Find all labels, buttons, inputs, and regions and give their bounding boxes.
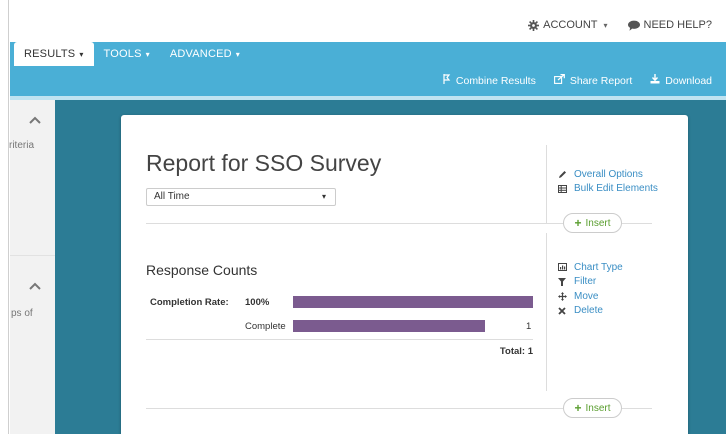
chart-type-link[interactable]: Chart Type <box>557 260 623 275</box>
chevron-up-icon[interactable] <box>28 112 42 126</box>
section-divider <box>146 223 563 224</box>
share-report-label: Share Report <box>569 74 633 87</box>
chevron-down-icon: ▾ <box>79 49 84 59</box>
filter-label: Filter <box>574 276 597 288</box>
chevron-down-icon: ▾ <box>145 49 150 59</box>
section-divider <box>622 223 652 224</box>
tab-tools-label: TOOLS <box>103 48 142 60</box>
overall-options-link[interactable]: Overall Options <box>557 167 658 182</box>
combine-icon <box>443 74 451 87</box>
top-bar: ACCOUNT ▾ NEED HELP? <box>10 0 726 42</box>
chevron-down-icon: ▾ <box>603 20 608 30</box>
chart-type-label: Chart Type <box>574 261 623 273</box>
delete-link[interactable]: Delete <box>557 304 623 319</box>
filter-icon <box>557 277 567 286</box>
completion-rate-label: Completion Rate: <box>150 297 229 308</box>
complete-bar <box>293 320 485 332</box>
gear-icon <box>528 19 540 31</box>
report-card: Report for SSO Survey All Time ▾ Overall… <box>121 115 688 434</box>
options-divider <box>546 145 547 223</box>
report-options: Overall Options Bulk Edit Elements <box>557 167 658 196</box>
page-title: Report for SSO Survey <box>146 150 382 176</box>
move-icon <box>557 291 567 301</box>
chevron-down-icon: ▾ <box>235 49 240 59</box>
left-panel: criteria ps of <box>4 100 55 434</box>
response-counts-title: Response Counts <box>146 262 258 278</box>
date-filter-value: All Time <box>154 191 190 202</box>
insert-label: Insert <box>585 217 611 229</box>
tab-results[interactable]: RESULTS ▾ <box>14 42 94 66</box>
speech-bubble-icon <box>627 20 640 31</box>
help-label: NEED HELP? <box>643 19 712 31</box>
bulk-edit-link[interactable]: Bulk Edit Elements <box>557 182 658 197</box>
element-options: Chart Type Filter Move Delete <box>557 260 623 318</box>
combine-results-label: Combine Results <box>455 74 536 87</box>
date-filter-select[interactable]: All Time ▾ <box>146 188 336 206</box>
tab-tools[interactable]: TOOLS ▾ <box>94 42 160 66</box>
total-label: Total: 1 <box>499 346 533 357</box>
delete-label: Delete <box>574 305 603 317</box>
insert-button[interactable]: + Insert <box>563 213 622 233</box>
left-panel-text-2: ps of <box>11 308 33 319</box>
insert-button[interactable]: + Insert <box>563 398 622 418</box>
share-icon <box>553 74 565 87</box>
help-menu[interactable]: NEED HELP? <box>627 19 712 31</box>
download-button[interactable]: Download <box>650 74 712 87</box>
table-icon <box>557 184 567 193</box>
report-actions: Combine Results Share Report Download <box>443 74 712 87</box>
overall-options-label: Overall Options <box>574 168 643 180</box>
pencil-icon <box>557 170 567 179</box>
move-label: Move <box>574 290 599 302</box>
report-area: Report for SSO Survey All Time ▾ Overall… <box>55 100 726 434</box>
delete-icon <box>557 307 567 315</box>
table-divider <box>146 339 533 340</box>
account-menu[interactable]: ACCOUNT ▾ <box>528 19 608 31</box>
main-nav: RESULTS ▾ TOOLS ▾ ADVANCED ▾ Combine Res… <box>10 42 726 96</box>
account-label: ACCOUNT <box>543 19 598 31</box>
section-divider <box>622 408 652 409</box>
left-panel-divider <box>10 255 55 256</box>
move-link[interactable]: Move <box>557 289 623 304</box>
download-icon <box>650 74 660 87</box>
tab-results-label: RESULTS <box>24 48 76 60</box>
download-label: Download <box>665 74 712 87</box>
filter-link[interactable]: Filter <box>557 275 623 290</box>
bulk-edit-label: Bulk Edit Elements <box>574 183 658 195</box>
nav-tabs: RESULTS ▾ TOOLS ▾ ADVANCED ▾ <box>14 42 250 66</box>
combine-results-button[interactable]: Combine Results <box>443 74 536 87</box>
insert-label: Insert <box>585 402 611 414</box>
share-report-button[interactable]: Share Report <box>553 74 633 87</box>
plus-icon: + <box>574 401 582 415</box>
complete-row-label: Complete <box>245 321 286 332</box>
chevron-up-icon[interactable] <box>28 278 42 292</box>
plus-icon: + <box>574 216 582 230</box>
options-divider <box>546 233 547 391</box>
section-divider <box>146 408 563 409</box>
window-left-border <box>0 0 9 434</box>
tab-advanced-label: ADVANCED <box>169 48 232 60</box>
tab-advanced[interactable]: ADVANCED ▾ <box>160 42 250 66</box>
completion-rate-bar <box>293 296 533 308</box>
chart-icon <box>557 263 567 272</box>
completion-rate-value: 100% <box>245 297 270 308</box>
chevron-down-icon: ▾ <box>321 192 326 201</box>
complete-row-count: 1 <box>526 321 532 332</box>
